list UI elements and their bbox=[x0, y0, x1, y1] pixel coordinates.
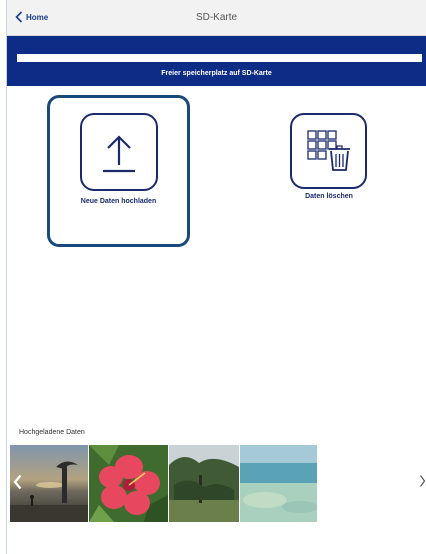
delete-label: Daten löschen bbox=[305, 193, 353, 200]
page-title: SD-Karte bbox=[195, 12, 238, 23]
thumbnail-sea-coast[interactable] bbox=[240, 445, 317, 522]
trash-grid-icon bbox=[290, 113, 367, 189]
storage-label: Freier speicherplatz auf SD-Karte bbox=[161, 70, 272, 77]
thumbnail-hibiscus-flower[interactable] bbox=[89, 445, 168, 522]
gallery-next-chevron-right-icon[interactable] bbox=[419, 474, 426, 488]
upload-label: Neue Daten hochladen bbox=[80, 198, 157, 205]
thumbnail-garden-trees[interactable] bbox=[169, 445, 239, 522]
storage-progress-fill bbox=[17, 54, 422, 62]
sd-card-screen: Home SD-Karte Freier speicherplatz auf S… bbox=[0, 0, 426, 554]
uploaded-data-heading: Hochgeladene Daten bbox=[19, 429, 85, 436]
gallery-prev-chevron-left-icon[interactable] bbox=[13, 474, 22, 490]
upload-new-data-button[interactable]: Neue Daten hochladen bbox=[47, 95, 190, 247]
upload-icon bbox=[80, 113, 158, 191]
storage-progress-bar bbox=[17, 54, 422, 62]
storage-band: Freier speicherplatz auf SD-Karte bbox=[7, 36, 426, 86]
header-bar: Home SD-Karte bbox=[7, 0, 426, 36]
delete-data-button[interactable]: Daten löschen bbox=[281, 113, 377, 213]
